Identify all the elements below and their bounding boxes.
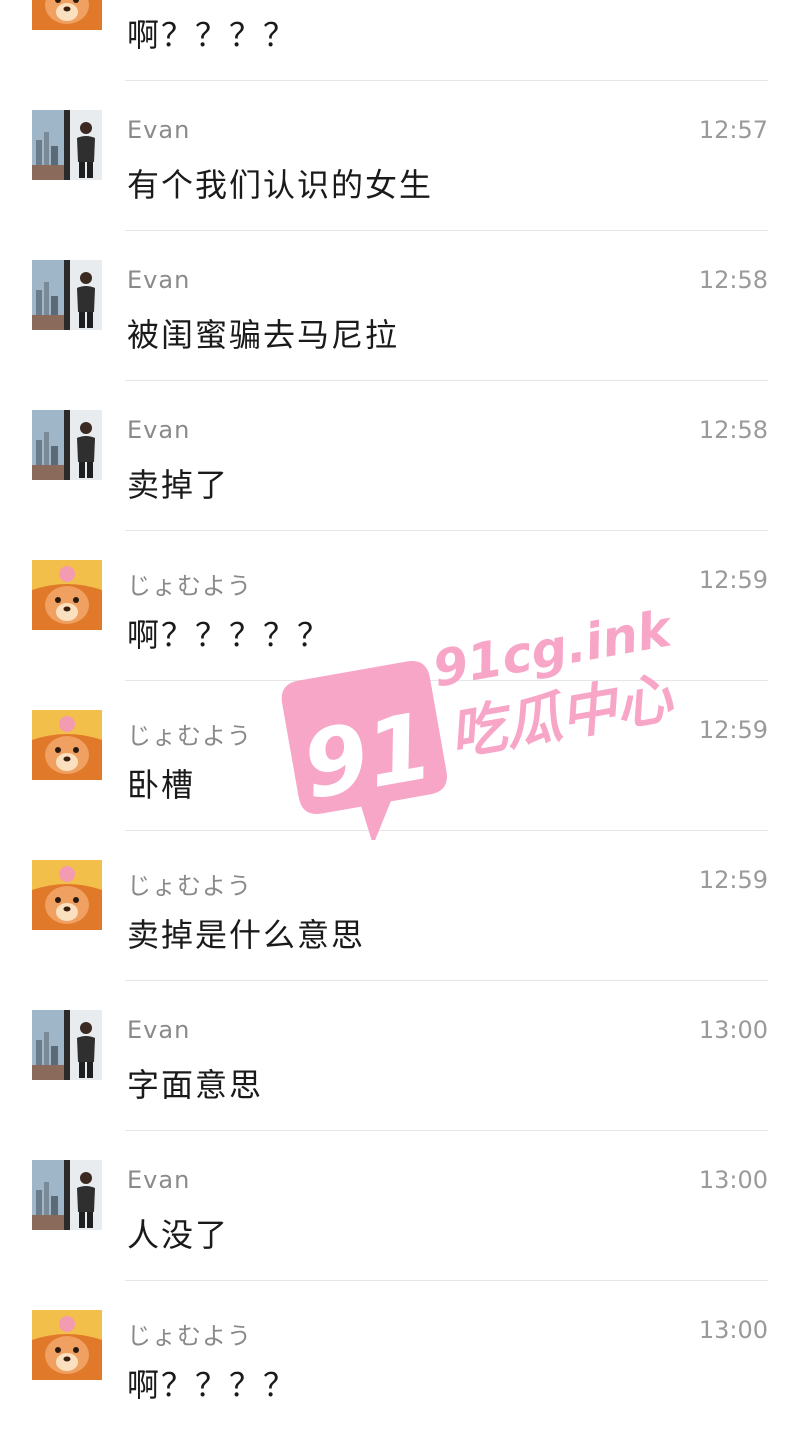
message-text: 啊？？？？？ <box>127 616 332 654</box>
message-text: 啊？？？？ <box>127 16 298 54</box>
cartoon-bear-avatar-icon[interactable] <box>32 710 102 780</box>
message-text: 有个我们认识的女生 <box>127 166 434 204</box>
divider <box>125 680 768 681</box>
chat-message[interactable]: Evan 12:57 有个我们认识的女生 <box>0 80 800 230</box>
sender-name: Evan <box>127 1016 191 1044</box>
message-time: 13:00 <box>698 1016 768 1044</box>
city-window-avatar-icon[interactable] <box>32 1010 102 1080</box>
message-time: 12:57 <box>698 116 768 144</box>
city-window-avatar-icon[interactable] <box>32 410 102 480</box>
city-window-avatar-icon[interactable] <box>32 110 102 180</box>
message-time: 12:58 <box>698 266 768 294</box>
sender-name: じょむよう <box>127 572 252 600</box>
message-time: 12:59 <box>698 866 768 894</box>
city-window-avatar-icon[interactable] <box>32 260 102 330</box>
divider <box>125 830 768 831</box>
cartoon-bear-avatar-icon[interactable] <box>32 860 102 930</box>
message-time: 13:00 <box>698 1316 768 1344</box>
chat-message[interactable]: じょむよう 12:59 啊？？？？？ <box>0 530 800 680</box>
chat-message[interactable]: Evan 13:00 人没了 <box>0 1130 800 1280</box>
sender-name: じょむよう <box>127 722 252 750</box>
chat-message[interactable]: Evan 12:58 卖掉了 <box>0 380 800 530</box>
message-time: 12:59 <box>698 566 768 594</box>
chat-message[interactable]: じょむよう 12:59 卖掉是什么意思 <box>0 830 800 980</box>
divider <box>125 80 768 81</box>
sender-name: Evan <box>127 116 191 144</box>
cartoon-bear-avatar-icon[interactable] <box>32 1310 102 1380</box>
divider <box>125 230 768 231</box>
cartoon-bear-avatar-icon[interactable] <box>32 0 102 30</box>
chat-message[interactable]: Evan 13:00 字面意思 <box>0 980 800 1130</box>
message-text: 啊？？？？ <box>127 1366 298 1404</box>
sender-name: Evan <box>127 266 191 294</box>
message-time: 13:00 <box>698 1166 768 1194</box>
sender-name: Evan <box>127 416 191 444</box>
message-text: 被闺蜜骗去马尼拉 <box>127 316 400 354</box>
sender-name: じょむよう <box>127 1322 252 1350</box>
message-time: 12:58 <box>698 416 768 444</box>
message-text: 人没了 <box>127 1216 230 1254</box>
divider <box>125 1130 768 1131</box>
message-text: 卖掉了 <box>127 466 230 504</box>
chat-message[interactable]: じょむよう 13:00 啊？？？？ <box>0 1280 800 1430</box>
sender-name: Evan <box>127 1166 191 1194</box>
divider <box>125 380 768 381</box>
sender-name: じょむよう <box>127 872 252 900</box>
message-text: 卧槽 <box>127 766 196 804</box>
chat-message[interactable]: じょむよう 12:59 卧槽 <box>0 680 800 830</box>
divider <box>125 980 768 981</box>
chat-message-list[interactable]: 啊？？？？ Evan 12:57 有个我们认识的女生 Evan 12:58 被闺… <box>0 0 800 1430</box>
divider <box>125 530 768 531</box>
message-time: 12:59 <box>698 716 768 744</box>
divider <box>125 1280 768 1281</box>
message-text: 卖掉是什么意思 <box>127 916 366 954</box>
cartoon-bear-avatar-icon[interactable] <box>32 560 102 630</box>
chat-message[interactable]: Evan 12:58 被闺蜜骗去马尼拉 <box>0 230 800 380</box>
message-text: 字面意思 <box>127 1066 264 1104</box>
city-window-avatar-icon[interactable] <box>32 1160 102 1230</box>
chat-message[interactable]: 啊？？？？ <box>0 0 800 80</box>
